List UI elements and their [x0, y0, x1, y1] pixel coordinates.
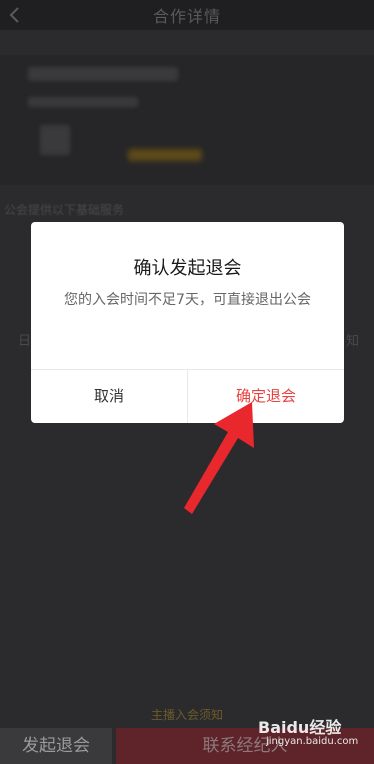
- annotation-arrow-icon: [184, 402, 254, 514]
- background-text-right: 知: [346, 334, 360, 349]
- blurred-text: [28, 67, 178, 81]
- section-label: 公会提供以下基础服务: [4, 203, 125, 217]
- cancel-button[interactable]: 取消: [31, 370, 187, 423]
- blurred-text: [28, 97, 138, 107]
- blurred-avatar: [40, 125, 70, 155]
- watermark-url: jingyan.baidu.com: [266, 736, 359, 747]
- dialog-title: 确认发起退会: [133, 258, 242, 279]
- baidu-jingyan-watermark: Baidu经验 jingyan.baidu.com: [258, 714, 368, 756]
- background-text-left: 日: [18, 334, 32, 349]
- blurred-badge: [128, 149, 202, 161]
- watermark-logo: Baidu经验: [258, 718, 342, 737]
- confirm-quit-dialog: 确认发起退会 您的入会时间不足7天，可直接退出公会 取消 确定退会: [31, 222, 344, 423]
- initiate-quit-button[interactable]: 发起退会: [0, 728, 112, 764]
- top-bar: 合作详情: [0, 0, 374, 30]
- page-title: 合作详情: [152, 7, 221, 26]
- screen: 合作详情 公会提供以下基础服务 日 知 确认发起退会 您的入会时间不足7天，可直…: [0, 0, 374, 764]
- cooperation-card: [0, 55, 374, 185]
- dialog-message: 您的入会时间不足7天，可直接退出公会: [64, 292, 311, 308]
